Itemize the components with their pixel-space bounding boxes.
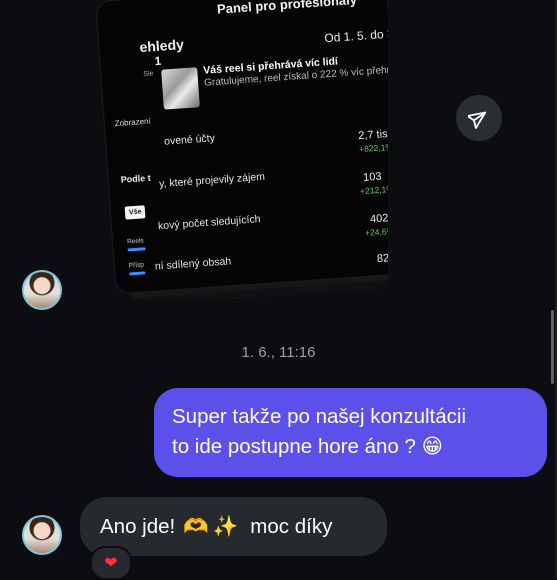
filter-all-chip: Vše [124, 205, 146, 220]
filter-reels-label: Reels [126, 237, 144, 246]
shared-date-range: Od 1. 5. do 30 [323, 26, 388, 46]
shared-post-preview[interactable]: Panel pro profesionály ‹ ehledy 1 Od 1. … [88, 0, 388, 300]
metric-change: +822,1% [358, 141, 388, 155]
avatar[interactable] [22, 270, 62, 310]
metric-value: 82 [376, 252, 388, 266]
outgoing-message-line: to ide postupne hore áno ? 😁 [172, 435, 443, 458]
metric-label: y, které projevily zájem [158, 170, 266, 191]
scrollbar[interactable] [551, 310, 554, 384]
metric-label: kový počet sledujících [157, 213, 261, 233]
incoming-message-text: Ano jde! [100, 514, 176, 538]
filter-posts-label: Přísp [128, 261, 145, 270]
send-icon [468, 111, 487, 129]
incoming-message-text: moc díky [250, 514, 333, 538]
outgoing-message-line: Super takže po našej konzultácii [172, 405, 467, 428]
shared-overview-label: ehledy [138, 36, 185, 56]
chat-thread: Panel pro profesionály ‹ ehledy 1 Od 1. … [0, 0, 557, 580]
avatar[interactable] [22, 515, 62, 555]
shared-panel-title: Panel pro profesionály [216, 0, 358, 17]
metric-value: 103 [362, 170, 382, 184]
shared-views-label: Zobrazení [114, 116, 152, 129]
metric-change: +24,6% [364, 225, 388, 238]
heart-reaction-icon[interactable]: ❤ [90, 546, 132, 580]
heart-hands-icon: 🫶 [183, 514, 209, 538]
incoming-message[interactable]: Ano jde! 🫶 ✨ moc díky [80, 497, 387, 556]
shared-screenshot-card[interactable]: Panel pro profesionály ‹ ehledy 1 Od 1. … [96, 0, 388, 294]
message-timestamp: 1. 6., 11:16 [241, 344, 316, 361]
reel-thumbnail [161, 67, 200, 110]
shared-breakdown-label: Podle t [120, 172, 152, 185]
reels-bar [127, 247, 146, 252]
metric-label: ovené účty [163, 132, 216, 148]
outgoing-message[interactable]: Super takže po našej konzultácii to ide … [154, 388, 547, 477]
metric-value: 2,7 tis. [357, 127, 388, 143]
posts-bar [129, 271, 146, 276]
share-button[interactable] [456, 95, 502, 141]
metric-change: +212,1% [359, 183, 388, 197]
shared-cut-label: Sle [143, 70, 154, 78]
metric-label: ní sdílený obsah [154, 255, 232, 273]
shared-notification: Váš reel si přehrává víc lidí Gratulujem… [161, 50, 388, 113]
metric-value: 402 [369, 212, 388, 226]
sparkles-icon: ✨ [212, 514, 239, 538]
